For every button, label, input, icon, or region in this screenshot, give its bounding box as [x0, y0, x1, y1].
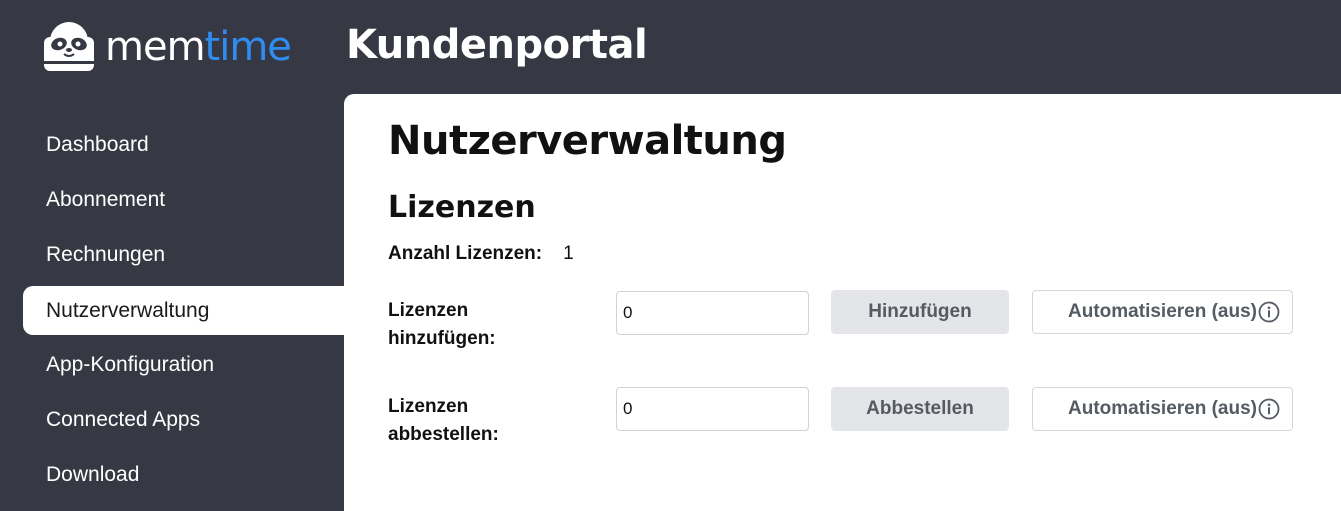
header: memtime Kundenportal — [0, 0, 1341, 94]
remove-licenses-button[interactable]: Abbestellen — [831, 387, 1009, 431]
add-licenses-label: Lizenzen hinzufügen: — [388, 297, 568, 353]
sidebar-item-abonnement[interactable]: Abonnement — [23, 175, 344, 224]
remove-licenses-input[interactable] — [616, 387, 809, 431]
section-title-lizenzen: Lizenzen — [388, 190, 536, 225]
automate-add-label: Automatisieren (aus) — [1068, 301, 1257, 322]
license-count-label: Anzahl Lizenzen: — [388, 243, 543, 264]
add-licenses-input[interactable] — [616, 291, 809, 335]
automate-remove-label: Automatisieren (aus) — [1068, 398, 1257, 419]
sidebar-item-download[interactable]: Download — [23, 450, 344, 499]
memtime-logo[interactable]: memtime — [43, 21, 292, 73]
sidebar-item-app-konfiguration[interactable]: App-Konfiguration — [23, 340, 344, 389]
logo-wordmark: memtime — [105, 21, 292, 73]
portal-title: Kundenportal — [346, 22, 648, 68]
automate-remove-toggle[interactable]: Automatisieren (aus) — [1032, 387, 1293, 431]
add-licenses-label-line2: hinzufügen: — [388, 328, 496, 349]
sidebar-item-nutzerverwaltung[interactable]: Nutzerverwaltung — [23, 286, 344, 335]
page-title: Nutzerverwaltung — [388, 118, 787, 164]
add-licenses-button[interactable]: Hinzufügen — [831, 290, 1009, 334]
logo-text-time: time — [204, 24, 292, 70]
info-icon[interactable] — [1258, 301, 1280, 323]
add-licenses-label-line1: Lizenzen — [388, 300, 469, 321]
license-count-value: 1 — [563, 243, 574, 264]
logo-text-mem: mem — [105, 24, 206, 70]
info-icon[interactable] — [1258, 398, 1280, 420]
remove-licenses-label-line2: abbestellen: — [388, 424, 499, 445]
remove-licenses-label: Lizenzen abbestellen: — [388, 393, 568, 449]
sidebar-item-connected-apps[interactable]: Connected Apps — [23, 395, 344, 444]
sidebar-item-dashboard[interactable]: Dashboard — [23, 120, 344, 169]
remove-licenses-label-line1: Lizenzen — [388, 396, 469, 417]
sidebar-item-rechnungen[interactable]: Rechnungen — [23, 230, 344, 279]
sloth-logo-icon — [44, 22, 94, 71]
sidebar: Dashboard Abonnement Rechnungen Nutzerve… — [0, 94, 344, 511]
license-count-row: Anzahl Lizenzen: 1 — [388, 243, 574, 265]
automate-add-toggle[interactable]: Automatisieren (aus) — [1032, 290, 1293, 334]
main-content: Nutzerverwaltung Lizenzen Anzahl Lizenze… — [344, 94, 1341, 511]
